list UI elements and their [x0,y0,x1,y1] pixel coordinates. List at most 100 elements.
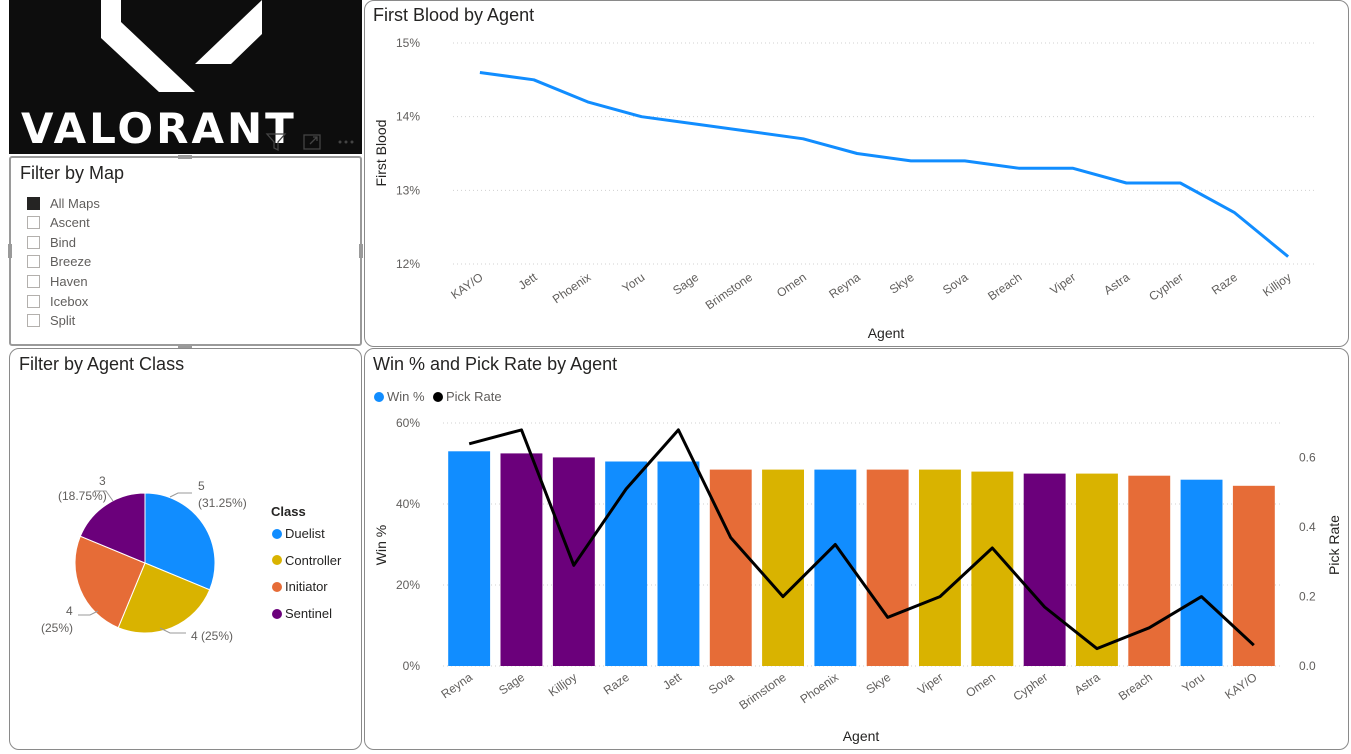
map-option[interactable]: Breeze [27,253,91,271]
y2-tick-label: 0.6 [1299,451,1316,465]
x-tick-label: Omen [963,670,998,700]
x-tick-label: Sage [496,670,527,698]
bar [1232,485,1275,666]
checkbox[interactable] [27,196,40,210]
win-pick-chart[interactable]: 60% 40% 20% 0% 0.6 0.4 0.2 0.0 Reyna Sage Killjoy R… [365,349,1348,749]
focus-mode-icon[interactable] [298,128,326,156]
pie-label-leader [169,492,192,498]
y-tick-label: 0% [403,659,421,673]
map-filter-title: Filter by Map [20,163,125,183]
x-tick-label: Cypher [1146,270,1186,304]
resize-handle-left[interactable] [8,244,12,258]
bar [448,451,491,666]
legend-label: Initiator [285,579,328,595]
map-option-label: Breeze [50,254,92,270]
map-option[interactable]: Icebox [27,292,88,310]
legend-marker [272,555,282,566]
first-blood-panel: First Blood by Agent 15% 14% 13% 12% KAY/O Je… [364,0,1349,347]
pie-chart[interactable]: 5 (31.25%) 4 (25%) 4 (25%) 3(18.75%) [10,349,361,749]
x-axis-title: Agent [843,728,880,744]
bar [605,461,648,666]
x-tick-label: Sova [706,670,737,697]
checkbox[interactable] [27,216,40,230]
y2-tick-label: 0.4 [1299,520,1316,534]
x-tick-label: Raze [1209,270,1240,298]
bar [971,471,1014,666]
bar [866,469,909,666]
resize-handle-right[interactable] [359,244,363,258]
filter-icon[interactable] [262,128,290,156]
bar [657,461,700,666]
checkbox[interactable] [27,274,40,288]
bar [709,469,752,666]
x-tick-label: Reyna [826,270,863,302]
x-tick-label: Skye [887,270,917,297]
x-tick-label: Yoru [619,270,647,295]
bar [1023,473,1066,666]
map-option[interactable]: Ascent [27,214,90,232]
legend-item[interactable]: Controller [272,553,341,568]
x-tick-label: Brimstone [736,670,789,713]
checkbox[interactable] [27,294,40,308]
pie-data-label: 5 [198,479,205,493]
x-tick-label: Sage [670,270,701,298]
x-tick-label: Cypher [1011,670,1051,704]
bar [1180,479,1223,666]
x-tick-label: Brimstone [703,270,756,313]
pie-data-label: (31.25%) [198,496,247,510]
x-tick-label: Jett [516,270,540,293]
legend-item[interactable]: Initiator [272,579,328,594]
x-tick-label: Astra [1072,670,1103,698]
x-tick-label: Reyna [438,670,475,702]
map-option-label: Haven [50,273,88,289]
pie-data-label: 4 (25%) [191,629,233,643]
x-tick-label: Raze [601,670,632,698]
class-filter-panel: Filter by Agent Class 5 (31.25%) 4 (25%) 4(… [9,348,362,750]
pie-legend-title: Class [271,504,306,519]
bar [500,453,543,666]
resize-handle-top[interactable] [178,155,192,159]
x-tick-label: Phoenix [798,670,842,706]
x-tick-label: Viper [1047,270,1078,297]
x-tick-label: Omen [774,270,809,300]
y-tick-label: 15% [396,36,420,50]
y-tick-label: 14% [396,110,420,124]
win-pick-panel: Win % and Pick Rate by Agent Win % Pick R… [364,348,1349,750]
y2-tick-label: 0.2 [1299,590,1316,604]
x-tick-label: Yoru [1179,670,1207,695]
legend-item[interactable]: Duelist [272,526,325,541]
map-option[interactable]: Split [27,312,75,330]
x-tick-label: KAY/O [1222,670,1259,702]
y-tick-label: 60% [396,416,420,430]
map-option-label: Bind [50,234,77,250]
map-option-label: Split [50,313,76,329]
logo-wordmark: VALORANT [21,104,297,153]
x-tick-label: KAY/O [448,270,485,302]
x-axis-title: Agent [868,325,905,341]
bar [1128,475,1171,666]
map-filter-panel: Filter by Map All Maps Ascent Bind Breeze Ha… [9,156,362,346]
y-tick-label: 40% [396,497,420,511]
x-tick-label: Skye [863,670,893,697]
map-option[interactable]: Haven [27,272,88,290]
x-tick-label: Viper [915,670,946,697]
map-option[interactable]: Bind [27,233,76,251]
map-option-label: Ascent [50,215,90,231]
x-tick-label: Breach [985,270,1024,303]
first-blood-chart[interactable]: 15% 14% 13% 12% KAY/O Jett Phoenix Yoru Sage Brim… [365,1,1348,346]
legend-item[interactable]: Sentinel [272,606,332,621]
x-tick-label: Astra [1101,270,1132,298]
checkbox[interactable] [27,235,40,249]
pie-data-label: (18.75%) [58,489,107,503]
checkbox[interactable] [27,255,40,269]
map-option[interactable]: All Maps [27,194,100,212]
x-tick-label: Breach [1116,670,1155,703]
x-tick-label: Killjoy [1260,270,1294,299]
more-options-icon[interactable] [332,128,360,156]
y-tick-label: 13% [396,183,420,197]
legend-label: Duelist [285,526,325,541]
legend-marker [272,581,282,592]
checkbox[interactable] [27,314,40,328]
legend-marker [272,608,282,619]
pie-data-label: 3 [99,474,106,488]
